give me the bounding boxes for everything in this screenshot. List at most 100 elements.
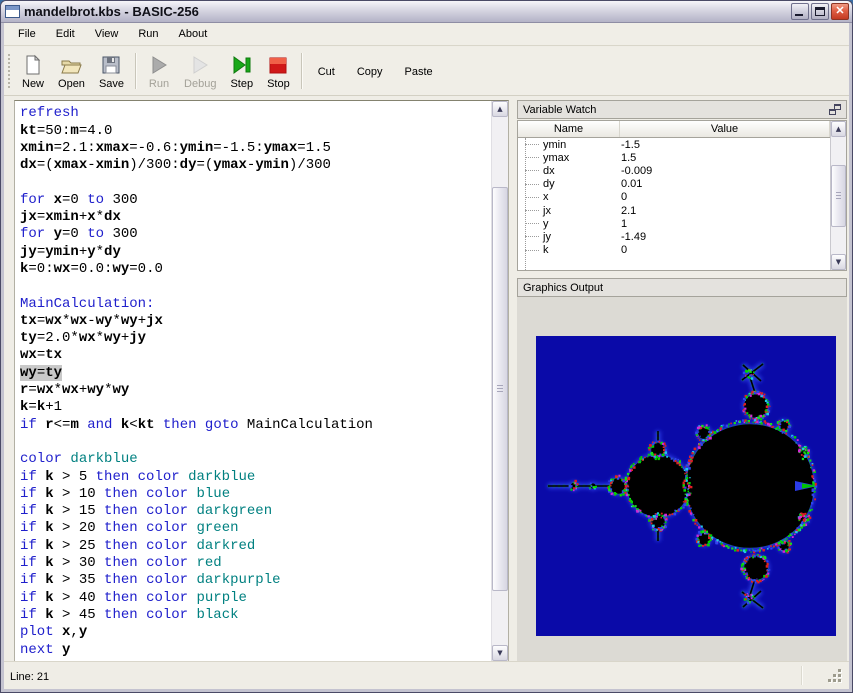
toolbar-separator <box>135 53 138 89</box>
watch-row[interactable]: k0 <box>518 244 830 257</box>
close-icon: ✕ <box>835 5 845 17</box>
watch-row[interactable]: x0 <box>518 191 830 204</box>
tree-branch-icon <box>525 144 539 146</box>
toolbar-button-label: Save <box>98 78 125 90</box>
code-line: jx=xmin+x*dx <box>20 209 121 226</box>
column-header-value[interactable]: Value <box>620 121 830 137</box>
code-line: if k > 25 then color darkred <box>20 537 256 554</box>
debug-button[interactable]: Debug <box>177 50 223 92</box>
tree-branch-icon <box>525 236 539 238</box>
step-button[interactable]: Step <box>223 50 260 92</box>
mandelbrot-canvas <box>536 336 836 636</box>
code-line: for y=0 to 300 <box>20 226 138 243</box>
window-resize-grip[interactable] <box>828 669 831 672</box>
scroll-down-button[interactable]: ▼ <box>831 254 846 270</box>
toolbar-drag-handle[interactable] <box>8 54 11 88</box>
watch-variable-name: dx <box>543 164 555 177</box>
code-line: if k > 10 then color blue <box>20 485 231 502</box>
code-line: r=wx*wx+wy*wy <box>20 382 130 399</box>
column-header-name[interactable]: Name <box>518 121 620 137</box>
toolbar-button-label: Debug <box>184 78 217 90</box>
toolbar-button-label: Stop <box>267 78 290 90</box>
code-line: kt=50:m=4.0 <box>20 122 113 139</box>
menu-item-edit[interactable]: Edit <box>46 24 85 44</box>
watch-row[interactable]: jx 2.1 <box>518 204 830 217</box>
toolbar-button-label: Step <box>230 78 254 90</box>
tree-branch-icon <box>525 170 539 172</box>
code-line: if k > 35 then color darkpurple <box>20 572 281 589</box>
variable-watch-title: Variable Watch <box>523 103 597 116</box>
minimize-button[interactable] <box>791 3 809 20</box>
code-area[interactable]: clsrefreshkt=50:m=4.0xmin=2.1:xmax=-0.6:… <box>16 101 490 660</box>
tree-branch-icon <box>525 223 539 225</box>
graphics-output-pane <box>517 297 847 662</box>
status-bar-separator <box>801 666 803 685</box>
watch-variable-value: 0 <box>621 191 628 204</box>
code-line: if r<=m and k<kt then goto MainCalculati… <box>20 416 373 433</box>
code-line: if k > 45 then color black <box>20 606 239 623</box>
open-button[interactable]: Open <box>51 50 92 92</box>
copy-button[interactable]: Copy <box>346 50 394 92</box>
stop-icon <box>267 53 289 77</box>
watch-variable-value: -0.009 <box>621 164 653 177</box>
watch-variable-name: jy <box>543 230 551 243</box>
editor-scrollbar-thumb[interactable] <box>492 187 508 591</box>
stop-button[interactable]: Stop <box>260 50 297 92</box>
watch-variable-name: ymin <box>543 138 567 151</box>
current-code-line: wy=ty <box>20 364 63 381</box>
code-editor[interactable]: clsrefreshkt=50:m=4.0xmin=2.1:xmax=-0.6:… <box>14 100 509 662</box>
menu-bar: File Edit View Run About <box>2 23 851 46</box>
status-bar: Line: 21 <box>2 661 851 689</box>
save-floppy-icon <box>100 53 122 77</box>
save-button[interactable]: Save <box>92 50 131 92</box>
code-line: MainCalculation: <box>20 295 155 312</box>
watch-scrollbar-thumb[interactable] <box>831 165 846 227</box>
editor-scrollbar[interactable]: ▲ ▼ <box>491 101 508 661</box>
new-button[interactable]: New <box>15 50 51 92</box>
menu-item-about[interactable]: About <box>169 24 218 44</box>
code-line: tx=wx*wx-wy*wy+jx <box>20 312 163 329</box>
maximize-button[interactable] <box>811 3 829 20</box>
graphics-output-header: Graphics Output <box>517 278 847 297</box>
tree-branch-icon <box>525 249 539 251</box>
watch-variable-value: 0.01 <box>621 178 643 191</box>
watch-row[interactable]: dy 0.01 <box>518 178 830 191</box>
toolbar-button-label: New <box>22 78 45 90</box>
code-line: jy=ymin+y*dy <box>20 243 121 260</box>
status-line-indicator: Line: 21 <box>10 671 50 683</box>
scroll-up-button[interactable]: ▲ <box>831 121 846 137</box>
watch-variable-value: 2.1 <box>621 204 637 217</box>
tree-branch-icon <box>525 210 539 212</box>
menu-item-view[interactable]: View <box>85 24 129 44</box>
code-line: ty=2.0*wx*wy+jy <box>20 330 147 347</box>
watch-row[interactable]: dx -0.009 <box>518 164 830 177</box>
code-line: refresh <box>20 105 79 122</box>
watch-row[interactable]: jy -1.49 <box>518 230 830 243</box>
watch-table-header: Name Value <box>518 121 830 138</box>
watch-scrollbar[interactable]: ▲ ▼ <box>830 121 846 270</box>
title-bar[interactable]: mandelbrot.kbs - BASIC-256 ✕ <box>1 1 852 23</box>
run-button[interactable]: Run <box>141 50 177 92</box>
menu-item-file[interactable]: File <box>8 24 46 44</box>
watch-row[interactable]: ymax 1.5 <box>518 151 830 164</box>
watch-variable-value: -1.49 <box>621 230 647 243</box>
scroll-down-button[interactable]: ▼ <box>492 645 508 661</box>
watch-variable-name: y <box>543 217 549 230</box>
watch-row[interactable]: ymin -1.5 <box>518 138 830 151</box>
watch-variable-name: ymax <box>543 151 570 164</box>
code-line: if k > 15 then color darkgreen <box>20 503 273 520</box>
float-panel-button[interactable] <box>829 104 841 115</box>
scroll-up-button[interactable]: ▲ <box>492 101 508 117</box>
menu-item-run[interactable]: Run <box>128 24 168 44</box>
toolbar-group-edit: Cut Copy Paste <box>307 50 444 92</box>
cut-button[interactable]: Cut <box>307 50 346 92</box>
paste-button[interactable]: Paste <box>394 50 444 92</box>
watch-row[interactable]: y1 <box>518 217 830 230</box>
toolbar-group-file: New Open Save <box>15 50 131 92</box>
toolbar-button-label: Open <box>58 78 85 90</box>
debug-icon <box>189 53 211 77</box>
close-button[interactable]: ✕ <box>831 3 849 20</box>
